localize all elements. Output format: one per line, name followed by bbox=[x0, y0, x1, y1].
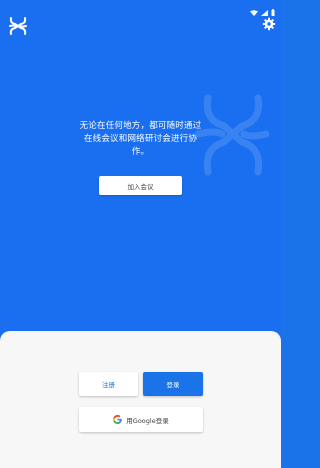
login-button[interactable]: 登录 bbox=[143, 372, 203, 396]
google-login-button[interactable]: 用Google登录 bbox=[79, 407, 203, 432]
google-icon bbox=[113, 415, 123, 424]
signup-button[interactable]: 注册 bbox=[79, 372, 138, 396]
app-logo-icon bbox=[6, 14, 30, 38]
auth-sheet: 注册 登录 用Google登录 bbox=[0, 331, 281, 468]
gear-icon[interactable] bbox=[262, 16, 276, 31]
join-meeting-button[interactable]: 加入会议 bbox=[99, 176, 182, 195]
hero-section: 无论在任何地方，都可随时通过在线会议和网络研讨会进行协作。 bbox=[0, 120, 281, 159]
google-login-label: 用Google登录 bbox=[126, 416, 169, 425]
app-screen: 无论在任何地方，都可随时通过在线会议和网络研讨会进行协作。 加入会议 注册 登录… bbox=[0, 0, 281, 468]
top-bar bbox=[0, 14, 281, 40]
status-bar bbox=[0, 0, 281, 16]
hero-tagline: 无论在任何地方，都可随时通过在线会议和网络研讨会进行协作。 bbox=[79, 121, 202, 157]
